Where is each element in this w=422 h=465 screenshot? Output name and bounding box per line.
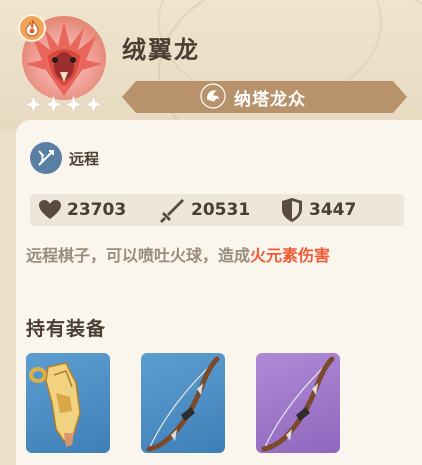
star-icon bbox=[64, 95, 83, 114]
star-icon bbox=[84, 95, 103, 114]
equipment-slot-bow-purple[interactable] bbox=[256, 353, 340, 453]
def-value: 3447 bbox=[309, 200, 357, 220]
pyro-element-icon bbox=[18, 14, 46, 42]
equipment-title: 持有装备 bbox=[26, 318, 107, 340]
horn-relic-icon bbox=[29, 362, 81, 447]
atk-value: 20531 bbox=[191, 200, 251, 220]
shield-icon bbox=[282, 198, 302, 222]
equipment-slot-horn[interactable] bbox=[26, 353, 110, 453]
description-highlight: 火元素伤害 bbox=[250, 246, 331, 265]
ranged-role-icon bbox=[30, 142, 62, 174]
natlan-dragon-icon bbox=[200, 83, 226, 109]
description-text: 远程棋子，可以喷吐火球，造成 bbox=[26, 246, 251, 265]
star-icon bbox=[44, 95, 63, 114]
sword-icon bbox=[160, 199, 184, 223]
hp-value: 23703 bbox=[67, 200, 127, 220]
bow-icon bbox=[146, 356, 220, 452]
stats-bar: 23703 20531 3447 bbox=[30, 194, 404, 226]
role-label: 远程 bbox=[69, 150, 100, 168]
star-icon bbox=[24, 95, 43, 114]
faction-banner: 纳塔龙众 bbox=[122, 78, 407, 116]
bow-icon bbox=[261, 356, 335, 452]
atk-stat: 20531 bbox=[158, 194, 250, 226]
equipment-slot-bow-blue[interactable] bbox=[141, 353, 225, 453]
faction-label: 纳塔龙众 bbox=[234, 90, 306, 110]
def-stat: 3447 bbox=[280, 194, 356, 226]
hp-stat: 23703 bbox=[38, 194, 126, 226]
character-name: 绒翼龙 bbox=[122, 36, 200, 64]
heart-icon bbox=[39, 200, 61, 219]
star-rating bbox=[24, 95, 103, 114]
character-description: 远程棋子，可以喷吐火球，造成火元素伤害 bbox=[26, 243, 398, 269]
